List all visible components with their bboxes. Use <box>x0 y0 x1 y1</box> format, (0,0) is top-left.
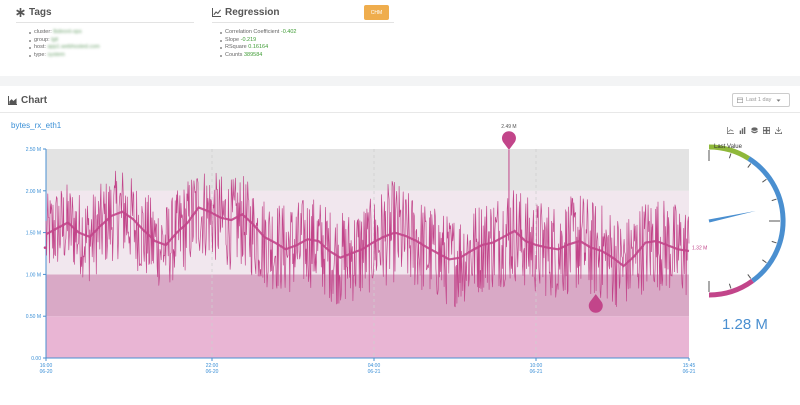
y-tick-label: 2.50 M <box>26 147 41 153</box>
first-point-dot <box>43 246 47 249</box>
x-tick-date: 06-20 <box>206 369 219 375</box>
gauge-tick <box>771 198 777 202</box>
y-tick-label: 0.00 <box>31 356 41 362</box>
gauge-tick <box>762 259 767 264</box>
bytes-chart: 0.000.50 M1.00 M1.50 M2.00 M2.50 M16:000… <box>26 124 786 375</box>
gauge-tick <box>771 240 777 244</box>
y-tick-label: 0.50 M <box>26 314 41 320</box>
gauge-tick <box>762 178 767 183</box>
gauge-tick <box>728 153 732 159</box>
y-tick-label: 1.50 M <box>26 231 41 237</box>
y-tick-label: 1.00 M <box>26 272 41 278</box>
x-tick-date: 06-20 <box>40 369 53 375</box>
gauge-needle <box>708 210 756 223</box>
max-marker-pin <box>501 131 516 150</box>
gauge-tick <box>747 274 752 279</box>
last-value-label: 1.32 M <box>692 246 707 252</box>
threshold-band-0 <box>46 316 689 358</box>
gauge-tick <box>747 163 752 168</box>
y-tick-label: 2.00 M <box>26 189 41 195</box>
max-marker-label: 2.49 M <box>501 124 516 130</box>
x-tick-date: 06-21 <box>530 369 543 375</box>
x-tick-date: 06-21 <box>368 369 381 375</box>
gauge-title: Last Value <box>714 144 742 150</box>
x-tick-date: 06-21 <box>683 369 696 375</box>
gauge-value: 1.28 M <box>722 316 768 333</box>
gauge-tick <box>728 283 732 289</box>
threshold-band-3 <box>46 149 689 191</box>
